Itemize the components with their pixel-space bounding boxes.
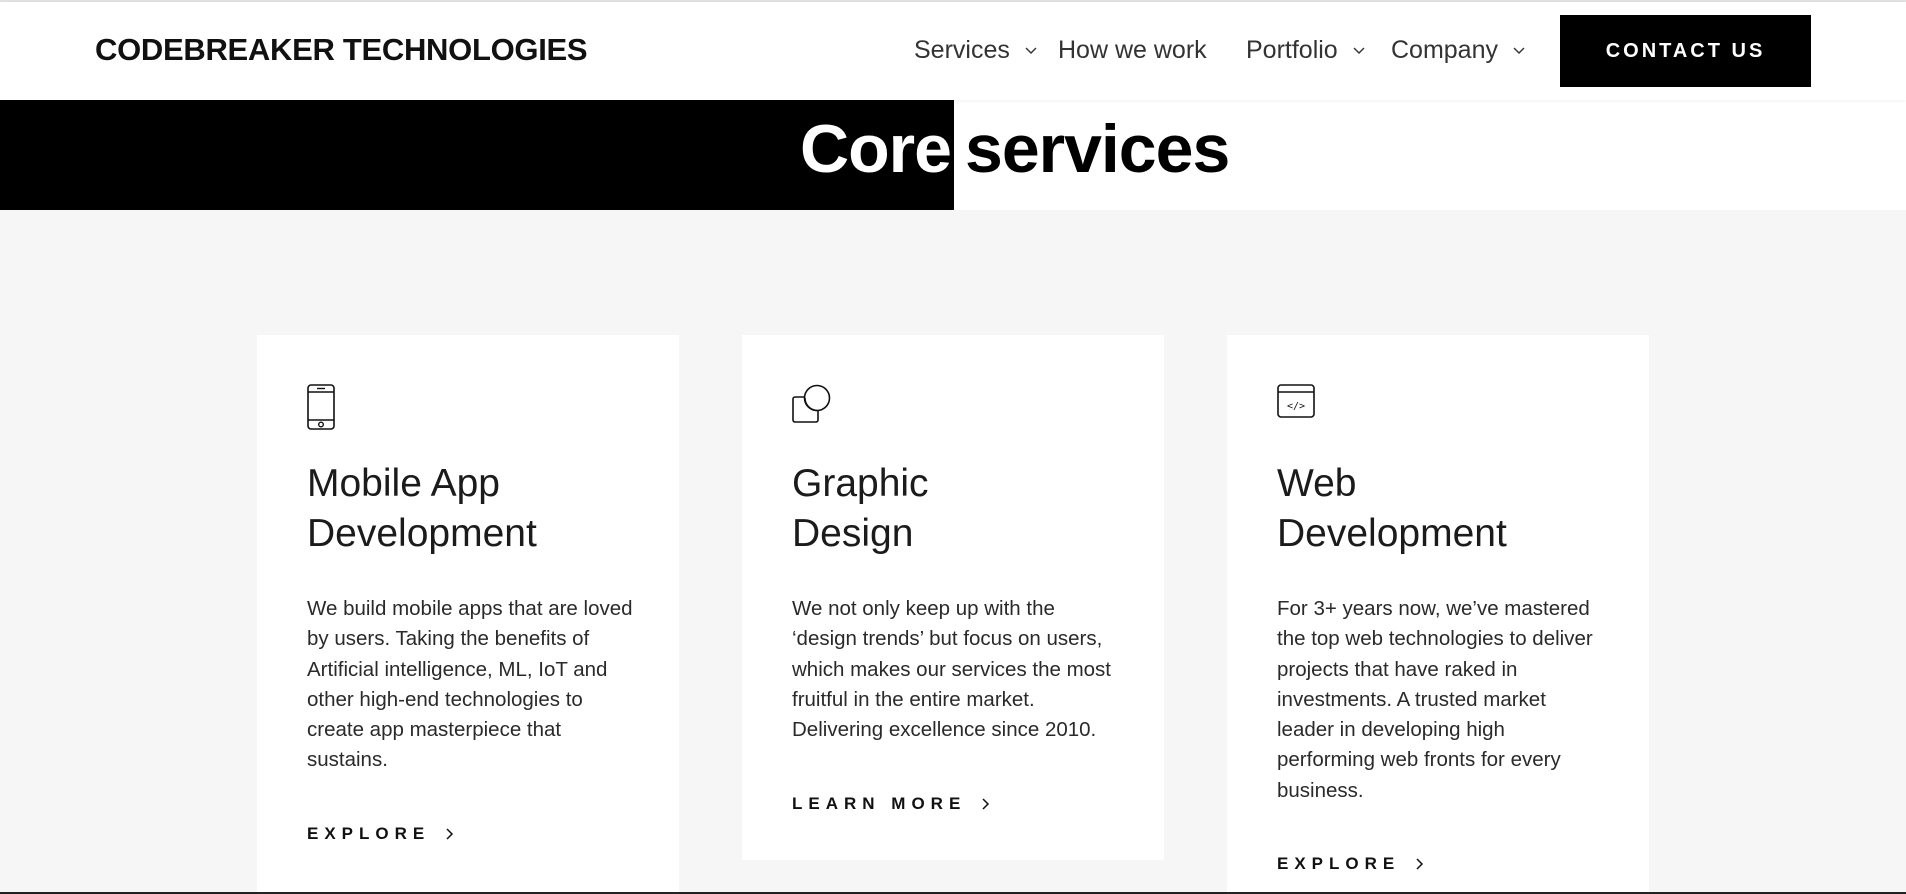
card-title-line2: Development (1277, 512, 1507, 555)
service-card-mobile: Mobile App Development We build mobile a… (257, 335, 679, 894)
learn-more-link-label: LEARN MORE (792, 794, 967, 813)
chevron-right-icon (1416, 858, 1424, 870)
card-title: Mobile App Development (307, 459, 647, 559)
service-card-web: </> Web Development For 3+ years now, we… (1227, 335, 1649, 894)
nav-company-label: Company (1391, 36, 1498, 64)
explore-link-label: EXPLORE (1277, 854, 1401, 873)
chevron-down-icon (1353, 47, 1365, 54)
service-card-graphic: Graphic Design We not only keep up with … (742, 335, 1164, 860)
card-title-line1: Mobile App (307, 462, 500, 505)
card-title: Web Development (1277, 459, 1617, 559)
chevron-down-icon (1513, 47, 1525, 54)
hero-title-core: Core (800, 111, 952, 187)
card-title-line2: Development (307, 512, 537, 555)
nav-how-we-work-label: How we work (1058, 36, 1207, 64)
card-title-line1: Graphic (792, 462, 929, 505)
learn-more-link[interactable]: LEARN MORE (792, 794, 990, 814)
brand-logo[interactable]: CODEBREAKER TECHNOLOGIES (95, 32, 588, 68)
site-header: CODEBREAKER TECHNOLOGIES Services How we… (0, 2, 1906, 100)
hero-title-services: services (965, 111, 1230, 187)
mobile-phone-icon (307, 384, 335, 430)
explore-link[interactable]: EXPLORE (307, 824, 454, 844)
design-shapes-icon (792, 384, 831, 423)
card-description: We not only keep up with the ‘design tre… (792, 597, 1112, 742)
nav-how-we-work[interactable]: How we work (1058, 36, 1207, 65)
card-description: For 3+ years now, we’ve mastered the top… (1277, 597, 1593, 802)
chevron-right-icon (446, 828, 454, 840)
card-description: We build mobile apps that are loved by u… (307, 597, 633, 772)
code-window-icon: </> (1277, 384, 1315, 418)
chevron-right-icon (982, 798, 990, 810)
explore-link[interactable]: EXPLORE (1277, 854, 1424, 874)
contact-us-button[interactable]: CONTACT US (1560, 15, 1811, 87)
explore-link-label: EXPLORE (307, 824, 431, 843)
svg-text:</>: </> (1287, 401, 1305, 412)
nav-company[interactable]: Company (1391, 36, 1526, 65)
card-title-line1: Web (1277, 462, 1357, 505)
nav-portfolio[interactable]: Portfolio (1246, 36, 1366, 65)
card-title-line2: Design (792, 512, 914, 555)
card-title: Graphic Design (792, 459, 1132, 559)
nav-portfolio-label: Portfolio (1246, 36, 1338, 64)
nav-services-label: Services (914, 36, 1010, 64)
chevron-down-icon (1025, 47, 1037, 54)
nav-services[interactable]: Services (914, 36, 1038, 65)
